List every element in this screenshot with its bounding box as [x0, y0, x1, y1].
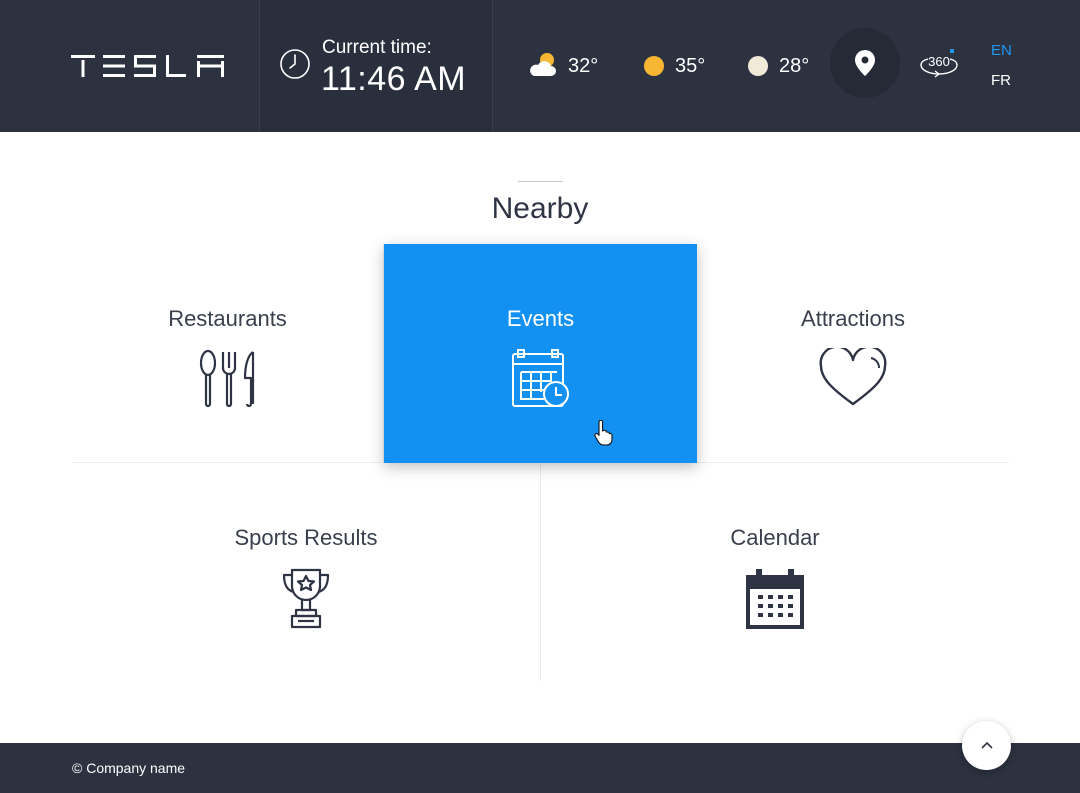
current-time-value: 11:46 AM — [321, 60, 467, 98]
hand-cursor-icon — [594, 420, 613, 446]
chevron-up-icon — [980, 741, 993, 749]
language-fr[interactable]: FR — [991, 72, 1011, 89]
weather-item-3: 28° — [747, 0, 809, 132]
tile-calendar[interactable]: Calendar — [541, 463, 1009, 681]
event-calendar-icon — [512, 349, 569, 407]
calendar-icon — [746, 569, 804, 629]
current-time-panel: Current time: 11:46 AM — [259, 0, 493, 132]
clock-icon — [280, 49, 310, 79]
scroll-to-top-button[interactable] — [962, 721, 1011, 770]
section-title: Nearby — [491, 192, 589, 225]
location-button[interactable] — [830, 28, 900, 98]
heart-icon — [819, 348, 887, 406]
tile-events-label: Events — [506, 306, 575, 331]
moon-icon — [748, 56, 768, 76]
tesla-logo[interactable] — [71, 55, 224, 77]
cloud-sun-icon — [530, 53, 556, 76]
copyright-text: © Company name — [72, 760, 186, 776]
tile-sports-results[interactable]: Sports Results — [72, 463, 541, 681]
top-header: Current time: 11:46 AM 32° 35° 28° 360 E… — [0, 0, 1080, 132]
tile-restaurants[interactable]: Restaurants — [72, 244, 384, 463]
tile-calendar-label: Calendar — [730, 525, 820, 550]
svg-text:360: 360 — [928, 54, 950, 69]
current-time-label: Current time: — [322, 37, 432, 58]
cutlery-icon — [199, 349, 255, 408]
weather-temp-2: 35° — [675, 54, 706, 77]
tile-attractions[interactable]: Attractions — [697, 244, 1009, 463]
tile-events[interactable]: Events — [384, 244, 697, 463]
weather-temp-1: 32° — [568, 54, 599, 77]
trophy-icon — [282, 568, 330, 629]
footer: © Company name — [0, 743, 1080, 793]
weather-item-2: 35° — [643, 0, 705, 132]
sun-icon — [644, 56, 664, 76]
weather-item-1: 32° — [526, 0, 598, 132]
weather-temp-3: 28° — [779, 54, 810, 77]
language-en[interactable]: EN — [991, 42, 1012, 59]
tile-restaurants-label: Restaurants — [168, 306, 287, 331]
tile-sports-results-label: Sports Results — [234, 525, 378, 550]
title-divider — [518, 181, 563, 182]
location-pin-icon — [855, 50, 875, 76]
tile-attractions-label: Attractions — [801, 306, 905, 331]
view-360-icon[interactable]: 360 — [918, 46, 960, 80]
